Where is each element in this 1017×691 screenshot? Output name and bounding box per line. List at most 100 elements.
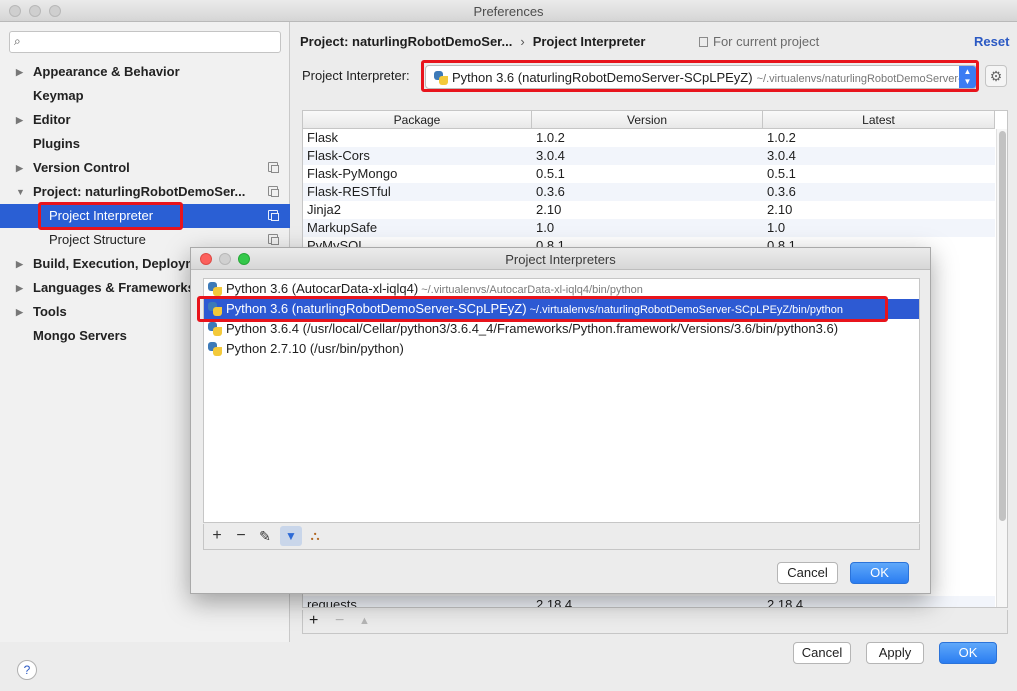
breadcrumb-page: Project Interpreter [532,34,646,49]
dialog-ok-button[interactable]: OK [850,562,909,584]
package-name: requests [307,597,357,608]
project-scope-icon [268,186,279,197]
project-scope-icon [268,210,279,221]
edit-icon[interactable]: ✎ [254,526,276,546]
sidebar-item-editor[interactable]: ▶ Editor [0,108,290,132]
add-interpreter-button[interactable]: + [206,526,228,546]
table-row[interactable]: Jinja2 2.10 2.10 [303,201,995,219]
for-current-project: For current project [699,34,819,49]
package-latest: 0.5.1 [767,166,796,181]
table-row[interactable]: Flask-Cors 3.0.4 3.0.4 [303,147,995,165]
list-item[interactable]: Python 3.6.4 (/usr/local/Cellar/python3/… [204,319,919,339]
expand-arrow-icon[interactable]: ▶ [16,276,23,300]
highlight-box [421,60,979,92]
python-icon [208,322,222,336]
breadcrumb-project[interactable]: Project: naturlingRobotDemoSer... [300,34,512,49]
table-header: Package Version Latest [303,111,995,129]
package-name: Jinja2 [307,202,341,217]
package-latest: 0.3.6 [767,184,796,199]
table-row[interactable]: Flask-PyMongo 0.5.1 0.5.1 [303,165,995,183]
remove-interpreter-button[interactable]: − [230,526,252,546]
filter-icon[interactable]: ▼ [280,526,302,546]
settings-search[interactable]: ⌕ [9,31,281,53]
breadcrumb: Project: naturlingRobotDemoSer... › Projec… [300,34,645,49]
table-row[interactable]: Flask 1.0.2 1.0.2 [303,129,995,147]
interpreter-name: Python 3.6.4 (/usr/local/Cellar/python3/… [226,321,839,336]
expand-arrow-icon[interactable]: ▶ [16,300,23,324]
sidebar-item-label: Editor [33,112,71,127]
table-row[interactable]: Flask-RESTful 0.3.6 0.3.6 [303,183,995,201]
sidebar-item-label: Languages & Frameworks [33,280,195,295]
sidebar-item-label: Keymap [33,88,84,103]
interpreter-label: Project Interpreter: [302,68,410,83]
python-icon [208,342,222,356]
expand-arrow-icon[interactable]: ▶ [16,252,23,276]
breadcrumb-separator: › [520,34,525,49]
expand-arrow-icon[interactable]: ▶ [16,156,23,180]
sidebar-item-label: Project: naturlingRobotDemoSer... [33,184,246,199]
search-input[interactable] [32,34,272,50]
packages-scrollbar[interactable] [996,129,1007,607]
remove-package-button[interactable]: − [335,612,344,630]
interpreters-toolbar: + − ✎ ▼ ⛬ [203,524,920,550]
apply-button[interactable]: Apply [866,642,924,664]
sidebar-item-label: Build, Execution, Deployment [33,256,217,271]
package-version: 0.3.6 [536,184,565,199]
window-title: Preferences [473,4,544,19]
interpreter-name: Python 2.7.10 (/usr/bin/python) [226,341,404,356]
package-latest: 2.18.4 [767,597,804,608]
package-name: Flask-RESTful [307,184,391,199]
sidebar-item-version-control[interactable]: ▶ Version Control [0,156,290,180]
sidebar-item-label: Appearance & Behavior [33,64,180,79]
dialog-cancel-button[interactable]: Cancel [777,562,838,584]
interpreter-name: Python 3.6 (AutocarData-xl-iqlq4) [226,281,419,296]
for-current-label: For current project [713,34,820,49]
column-header-version[interactable]: Version [532,111,763,129]
gear-icon[interactable]: ⚙ [985,65,1007,87]
help-button[interactable]: ? [17,660,37,680]
cancel-button[interactable]: Cancel [793,642,851,664]
project-scope-icon [699,37,708,47]
column-header-package[interactable]: Package [303,111,532,129]
package-name: Flask-PyMongo [307,166,398,181]
package-latest: 1.0.2 [767,130,796,145]
sidebar-item-label: Tools [33,304,67,319]
package-version: 2.10 [536,202,562,217]
package-version: 3.0.4 [536,148,565,163]
interpreter-path: ~/.virtualenvs/AutocarData-xl-iqlq4/bin/… [421,284,643,296]
expand-arrow-icon[interactable]: ▶ [16,108,23,132]
packages-toolbar: + − ▲ [302,610,1008,634]
ok-button[interactable]: OK [939,642,997,664]
package-name: Flask-Cors [307,148,370,163]
add-package-button[interactable]: + [309,612,318,630]
upgrade-package-button[interactable]: ▲ [359,615,370,627]
tree-icon[interactable]: ⛬ [304,526,326,546]
package-name: MarkupSafe [307,220,378,235]
sidebar-item-label: Project Structure [49,232,146,247]
sidebar-item-appearance[interactable]: ▶ Appearance & Behavior [0,60,290,84]
scrollbar-thumb[interactable] [999,131,1006,521]
dialog-title: Project Interpreters [505,252,616,267]
package-version: 1.0 [536,220,555,235]
project-scope-icon [268,234,279,245]
package-latest: 1.0 [767,220,786,235]
package-version: 1.0.2 [536,130,565,145]
sidebar-item-keymap[interactable]: Keymap [0,84,290,108]
footer-bar: ? Cancel Apply OK [0,642,1017,691]
reset-link[interactable]: Reset [974,34,1009,49]
table-row[interactable]: MarkupSafe 1.0 1.0 [303,219,995,237]
expand-arrow-icon[interactable]: ▶ [16,60,23,84]
package-version: 2.18.4 [536,597,573,608]
search-icon: ⌕ [14,34,21,48]
sidebar-item-project[interactable]: ▼ Project: naturlingRobotDemoSer... [0,180,290,204]
python-icon [208,282,222,296]
highlight-box [38,202,183,230]
highlight-box [197,296,888,322]
list-item[interactable]: Python 2.7.10 (/usr/bin/python) [204,339,919,359]
sidebar-item-plugins[interactable]: Plugins [0,132,290,156]
package-latest: 3.0.4 [767,148,796,163]
table-row[interactable]: requests 2.18.4 2.18.4 [303,596,995,608]
column-header-latest[interactable]: Latest [763,111,995,129]
collapse-arrow-icon[interactable]: ▼ [16,180,25,204]
package-version: 0.5.1 [536,166,565,181]
